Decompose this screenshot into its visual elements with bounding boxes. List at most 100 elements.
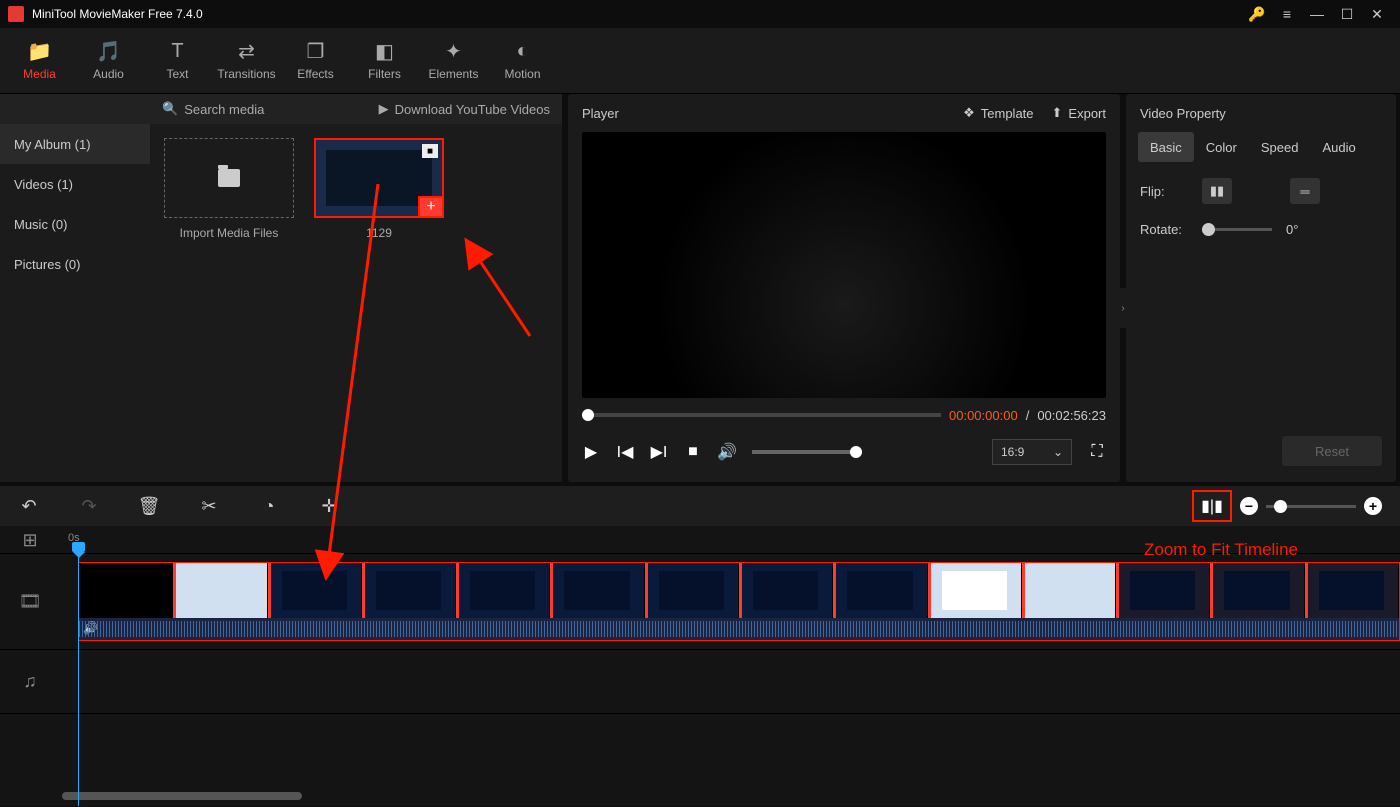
timeline-toolbar: ↶ ↷ 🗑 ✂ ◔ ✛ ▮|▮ − + xyxy=(0,486,1400,526)
prev-frame-button[interactable]: I◀ xyxy=(616,443,634,461)
video-track-icon: 🎞 xyxy=(0,591,60,612)
folder-icon xyxy=(218,169,240,187)
media-toolbar: 🔍Search media ▶Download YouTube Videos xyxy=(0,94,562,124)
next-frame-button[interactable]: ▶I xyxy=(650,443,668,461)
rotate-slider[interactable] xyxy=(1202,228,1272,231)
zoom-in-button[interactable]: + xyxy=(1364,497,1382,515)
volume-slider[interactable] xyxy=(752,450,862,454)
clip-audio-waveform: 🔊 xyxy=(79,618,1399,640)
property-title: Video Property xyxy=(1126,94,1396,132)
main-tabs: 📁 Media 🎵 Audio T Text ⇄ Transitions ❐ Effect… xyxy=(0,28,1400,94)
annotation-label: Zoom to Fit Timeline xyxy=(1144,540,1298,560)
rotate-value: 0° xyxy=(1286,222,1298,237)
prop-tab-basic[interactable]: Basic xyxy=(1138,132,1194,162)
prop-tab-speed[interactable]: Speed xyxy=(1249,132,1311,162)
redo-button[interactable]: ↷ xyxy=(78,496,100,517)
effects-icon: ❐ xyxy=(307,41,325,63)
menu-icon[interactable]: ≡ xyxy=(1272,0,1302,28)
app-title: MiniTool MovieMaker Free 7.4.0 xyxy=(32,7,1242,21)
search-input[interactable]: 🔍Search media xyxy=(162,101,369,117)
import-media-button[interactable] xyxy=(164,138,294,218)
audio-track[interactable]: ♫ xyxy=(0,650,1400,714)
tab-label: Motion xyxy=(504,67,540,81)
stop-button[interactable]: ■ xyxy=(684,443,702,461)
import-label: Import Media Files xyxy=(180,226,279,240)
timeline-scrollbar[interactable] xyxy=(62,792,1360,802)
tab-effects[interactable]: ❐ Effects xyxy=(282,41,349,81)
add-track-icon[interactable]: ⊞ xyxy=(0,530,60,551)
template-label: Template xyxy=(981,106,1034,121)
timeline-clip[interactable]: 🔊 xyxy=(78,562,1400,641)
time-separator: / xyxy=(1026,408,1030,423)
rotate-label: Rotate: xyxy=(1140,222,1188,237)
tab-label: Elements xyxy=(428,67,478,81)
current-time: 00:00:00:00 xyxy=(949,408,1018,423)
folder-icon: 📁 xyxy=(27,41,52,63)
maximize-button[interactable]: ☐ xyxy=(1332,0,1362,28)
zoom-fit-button[interactable]: ▮|▮ xyxy=(1192,490,1232,522)
flip-label: Flip: xyxy=(1140,184,1188,199)
template-icon: ❖ xyxy=(963,105,975,121)
undo-button[interactable]: ↶ xyxy=(18,496,40,517)
transition-icon: ⇄ xyxy=(238,41,255,63)
tab-label: Text xyxy=(166,67,188,81)
progress-bar[interactable] xyxy=(582,413,941,417)
tab-label: Audio xyxy=(93,67,124,81)
flip-horizontal-button[interactable]: ▮▮ xyxy=(1202,178,1232,204)
reset-button[interactable]: Reset xyxy=(1282,436,1382,466)
chevron-down-icon: ⌄ xyxy=(1053,445,1063,459)
sidebar-item-album[interactable]: My Album (1) xyxy=(0,124,150,164)
tab-media[interactable]: 📁 Media xyxy=(6,41,73,81)
timeline: ⊞ 0s 🎞 🔊 xyxy=(0,526,1400,806)
panel-collapse-handle[interactable]: › xyxy=(1120,288,1126,328)
media-clip-thumbnail[interactable]: ■ + xyxy=(314,138,444,218)
close-button[interactable]: ✕ xyxy=(1362,0,1392,28)
prop-tab-color[interactable]: Color xyxy=(1194,132,1249,162)
tab-filters[interactable]: ◧Filters xyxy=(351,41,418,81)
tab-label: Media xyxy=(23,67,56,81)
speed-button[interactable]: ◔ xyxy=(258,496,280,517)
aspect-ratio-select[interactable]: 16:9⌄ xyxy=(992,439,1072,465)
prop-tab-audio[interactable]: Audio xyxy=(1310,132,1367,162)
download-label: Download YouTube Videos xyxy=(395,102,550,117)
add-to-timeline-button[interactable]: + xyxy=(418,196,444,218)
template-button[interactable]: ❖ Template xyxy=(963,105,1033,121)
preview-area[interactable] xyxy=(582,132,1106,398)
sidebar-item-music[interactable]: Music (0) xyxy=(0,204,150,244)
export-label: Export xyxy=(1068,106,1106,121)
text-icon: T xyxy=(171,41,183,63)
zoom-slider[interactable] xyxy=(1266,505,1356,508)
export-button[interactable]: ⬆ Export xyxy=(1052,105,1106,121)
sidebar-item-pictures[interactable]: Pictures (0) xyxy=(0,244,150,284)
title-bar: MiniTool MovieMaker Free 7.4.0 🔑 ≡ — ☐ ✕ xyxy=(0,0,1400,28)
play-button[interactable]: ▶ xyxy=(582,443,600,461)
tab-motion[interactable]: ◐ Motion xyxy=(489,41,556,81)
zoom-out-button[interactable]: − xyxy=(1240,497,1258,515)
tab-label: Transitions xyxy=(217,67,275,81)
tab-audio[interactable]: 🎵 Audio xyxy=(75,41,142,81)
export-icon: ⬆ xyxy=(1052,105,1063,121)
volume-icon[interactable]: 🔊 xyxy=(718,443,736,461)
playhead[interactable] xyxy=(78,546,79,806)
tab-label: Effects xyxy=(297,67,333,81)
music-icon: 🎵 xyxy=(96,41,121,63)
fullscreen-button[interactable]: ⛶ xyxy=(1088,443,1106,461)
tab-text[interactable]: T Text xyxy=(144,41,211,81)
video-badge-icon: ■ xyxy=(422,144,438,158)
flip-vertical-button[interactable]: ═ xyxy=(1290,178,1320,204)
split-button[interactable]: ✂ xyxy=(198,496,220,517)
delete-button[interactable]: 🗑 xyxy=(138,496,160,517)
video-track[interactable]: 🎞 🔊 xyxy=(0,554,1400,650)
key-icon[interactable]: 🔑 xyxy=(1242,0,1272,28)
media-panel: 🔍Search media ▶Download YouTube Videos M… xyxy=(0,94,562,482)
search-icon: 🔍 xyxy=(162,101,178,117)
media-grid: Import Media Files ■ + 1129 xyxy=(150,124,562,482)
sidebar-item-videos[interactable]: Videos (1) xyxy=(0,164,150,204)
download-youtube-button[interactable]: ▶Download YouTube Videos xyxy=(379,101,550,117)
motion-icon: ◐ xyxy=(516,41,528,63)
tab-transitions[interactable]: ⇄ Transitions xyxy=(213,41,280,81)
elements-icon: ✦ xyxy=(445,41,462,63)
crop-button[interactable]: ✛ xyxy=(318,496,340,517)
tab-elements[interactable]: ✦ Elements xyxy=(420,41,487,81)
minimize-button[interactable]: — xyxy=(1302,0,1332,28)
